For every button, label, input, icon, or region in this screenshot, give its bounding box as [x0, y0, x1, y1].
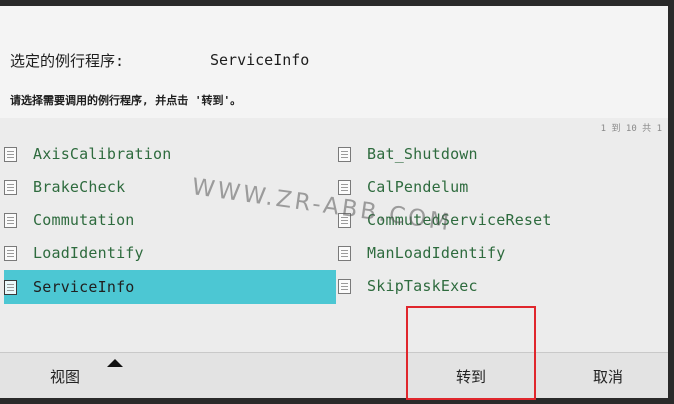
selected-routine-label: 选定的例行程序: [10, 52, 125, 70]
routine-doc-icon [4, 245, 17, 261]
selected-routine-value: ServiceInfo [210, 51, 310, 69]
routine-doc-icon [338, 146, 351, 162]
routine-label: CalPendelum [367, 178, 469, 196]
routine-item-axiscalibration[interactable]: AxisCalibration [4, 138, 336, 170]
routine-item-skiptaskexec[interactable]: SkipTaskExec [338, 270, 658, 302]
routine-selection-screen: 选定的例行程序: ServiceInfo 请选择需要调用的例行程序, 并点击 '… [0, 6, 668, 398]
routine-doc-icon [4, 212, 17, 228]
view-button[interactable]: 视图 [40, 353, 90, 398]
pager-text: 1 到 10 共 1 [600, 124, 662, 134]
routine-item-manloadidentify[interactable]: ManLoadIdentify [338, 237, 658, 269]
routine-doc-icon [338, 179, 351, 195]
routine-item-loadidentify[interactable]: LoadIdentify [4, 237, 336, 269]
routine-label: Bat_Shutdown [367, 145, 478, 163]
routine-item-bat-shutdown[interactable]: Bat_Shutdown [338, 138, 658, 170]
goto-button[interactable]: 转到 [446, 353, 496, 398]
routine-doc-icon [4, 146, 17, 162]
routine-item-serviceinfo[interactable]: ServiceInfo [4, 270, 336, 304]
routine-label: LoadIdentify [33, 244, 144, 262]
routine-item-commutedservicereset[interactable]: CommutedServiceReset [338, 204, 658, 236]
routine-label: ManLoadIdentify [367, 244, 506, 262]
instruction-text: 请选择需要调用的例行程序, 并点击 '转到'。 [10, 94, 242, 107]
routine-doc-icon [338, 278, 351, 294]
routine-doc-icon [338, 212, 351, 228]
routine-list: AxisCalibration BrakeCheck Commutation L… [0, 134, 668, 324]
routine-doc-icon [4, 279, 17, 295]
up-arrow-icon[interactable] [107, 359, 123, 367]
header-panel: 选定的例行程序: ServiceInfo 请选择需要调用的例行程序, 并点击 '… [0, 6, 668, 118]
routine-label: AxisCalibration [33, 145, 172, 163]
routine-label: ServiceInfo [33, 278, 135, 296]
routine-doc-icon [338, 245, 351, 261]
routine-label: CommutedServiceReset [367, 211, 552, 229]
command-bar: 视图 转到 取消 [0, 352, 668, 398]
routine-label: SkipTaskExec [367, 277, 478, 295]
routine-item-commutation[interactable]: Commutation [4, 204, 336, 236]
routine-item-brakecheck[interactable]: BrakeCheck [4, 171, 336, 203]
routine-item-calpendelum[interactable]: CalPendelum [338, 171, 658, 203]
cancel-button[interactable]: 取消 [580, 353, 636, 398]
routine-label: Commutation [33, 211, 135, 229]
routine-label: BrakeCheck [33, 178, 126, 196]
routine-doc-icon [4, 179, 17, 195]
